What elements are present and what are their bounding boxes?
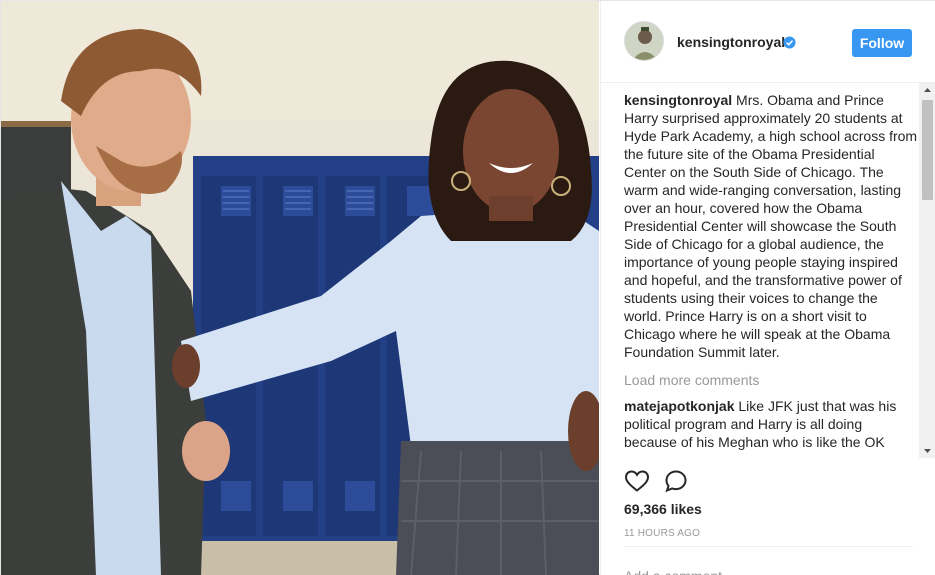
- post-actions: [624, 467, 914, 497]
- caption-author[interactable]: kensingtonroyal: [624, 92, 732, 108]
- comments-list[interactable]: kensingtonroyal Mrs. Obama and Prince Ha…: [624, 91, 918, 458]
- load-more-comments-link[interactable]: Load more comments: [624, 371, 918, 389]
- heart-outline-icon[interactable]: [624, 469, 650, 493]
- comment-item: matejapotkonjak Like JFK just that was h…: [624, 397, 918, 451]
- caption-text: Mrs. Obama and Prince Harry surprised ap…: [624, 92, 918, 360]
- scroll-up-arrow-icon[interactable]: [919, 83, 935, 98]
- photo-illustration: [1, 1, 599, 575]
- instagram-post: kensingtonroyal Follow kensingtonroyal M…: [0, 0, 935, 575]
- verified-badge-icon: [783, 36, 796, 49]
- post-photo[interactable]: [1, 1, 599, 575]
- likes-count[interactable]: 69,366 likes: [624, 501, 702, 517]
- post-side-panel: kensingtonroyal Follow kensingtonroyal M…: [600, 1, 935, 575]
- comments-scrollbar[interactable]: [919, 83, 935, 458]
- avatar[interactable]: [624, 21, 664, 61]
- comment-author[interactable]: matejapotkonjak: [624, 398, 734, 414]
- add-comment-section: [624, 546, 913, 575]
- profile-photo-icon: [625, 22, 663, 60]
- speech-bubble-icon[interactable]: [664, 469, 688, 493]
- post-header: kensingtonroyal Follow: [601, 1, 935, 83]
- scroll-down-arrow-icon[interactable]: [919, 443, 935, 458]
- account-username[interactable]: kensingtonroyal: [677, 34, 785, 50]
- caption: kensingtonroyal Mrs. Obama and Prince Ha…: [624, 91, 918, 361]
- add-comment-input[interactable]: [624, 567, 913, 575]
- scroll-thumb[interactable]: [922, 100, 933, 200]
- follow-button[interactable]: Follow: [852, 29, 912, 57]
- post-timestamp[interactable]: 11 HOURS AGO: [624, 528, 700, 539]
